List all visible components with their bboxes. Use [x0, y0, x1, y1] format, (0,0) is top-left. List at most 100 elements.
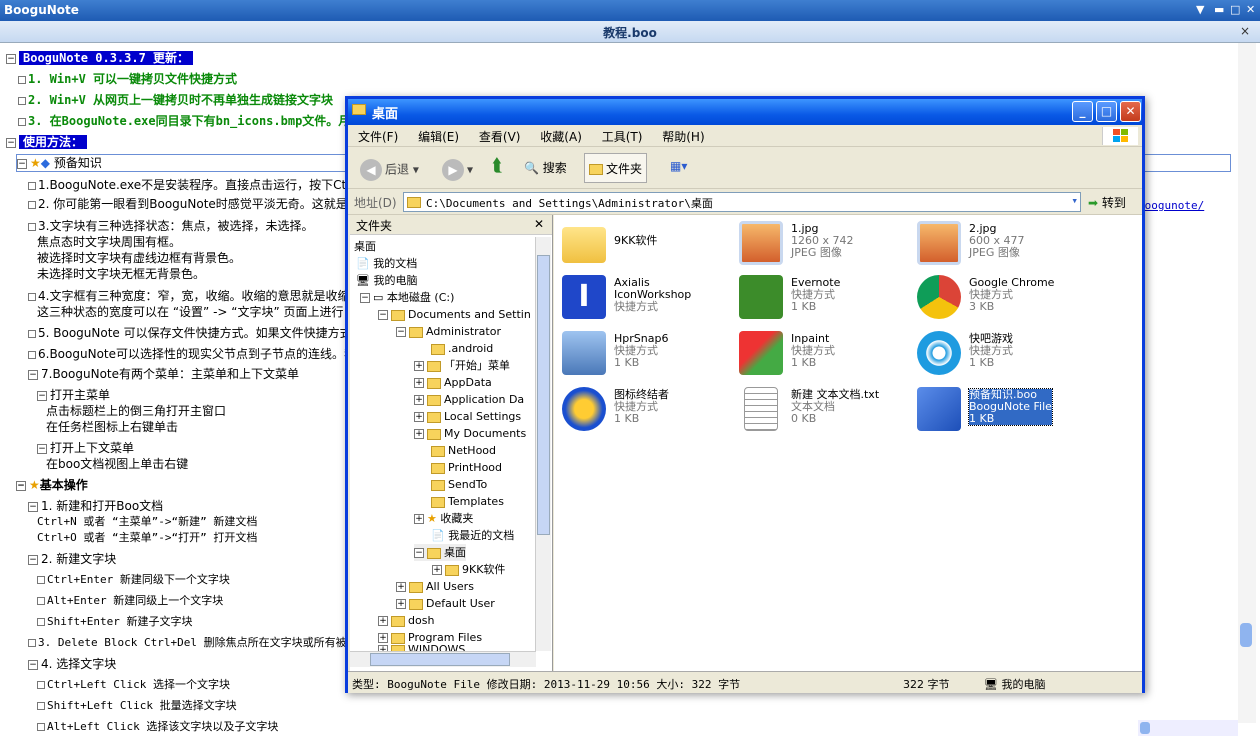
- outline-item[interactable]: Shift+Left Click 批量选择文字块: [37, 698, 237, 714]
- collapse-icon[interactable]: −: [37, 443, 47, 454]
- outline-item[interactable]: −1. 新建和打开Boo文档: [28, 498, 163, 514]
- collapse-icon[interactable]: −: [360, 293, 370, 303]
- outline-item[interactable]: − 打开上下文菜单: [37, 440, 134, 456]
- folders-vertical-scrollbar[interactable]: [535, 237, 551, 651]
- tree-item[interactable]: .android: [431, 340, 493, 357]
- outline-item[interactable]: − 打开主菜单: [37, 387, 110, 403]
- outline-item[interactable]: 1.BooguNote.exe不是安装程序。直接点击运行，按下Ctrl+: [28, 177, 365, 193]
- minimize-button[interactable]: _: [1072, 101, 1093, 122]
- collapse-icon[interactable]: −: [16, 480, 26, 491]
- address-input[interactable]: C:\Documents and Settings\Administrator\…: [403, 192, 1081, 212]
- folders-horizontal-scrollbar[interactable]: [350, 651, 536, 667]
- menu-view[interactable]: 查看(V): [473, 125, 527, 148]
- horizontal-scrollbar[interactable]: [1138, 720, 1238, 736]
- vertical-scrollbar[interactable]: [1238, 43, 1256, 723]
- close-icon[interactable]: ✕: [1246, 3, 1255, 16]
- outline-item[interactable]: 2. 你可能第一眼看到BooguNote时感觉平淡无奇。这就是Boo: [28, 196, 371, 212]
- outline-item[interactable]: 4.文字框有三种宽度：窄，宽，收缩。收缩的意思就是收缩: [28, 288, 349, 304]
- tree-item[interactable]: + Local Settings: [414, 408, 521, 425]
- tree-item[interactable]: + All Users: [396, 578, 474, 595]
- tree-item[interactable]: + Default User: [396, 595, 495, 612]
- file-item[interactable]: HprSnap6 快捷方式 1 KB: [562, 329, 732, 379]
- file-item[interactable]: Evernote 快捷方式 1 KB: [739, 273, 909, 323]
- tree-item-selected[interactable]: − 桌面: [414, 544, 466, 561]
- outline-item[interactable]: − 使用方法：: [6, 134, 88, 150]
- menu-favorites[interactable]: 收藏(A): [534, 125, 588, 148]
- menu-tools[interactable]: 工具(T): [596, 125, 649, 148]
- expand-icon[interactable]: +: [414, 395, 424, 405]
- menu-help[interactable]: 帮助(H): [656, 125, 710, 148]
- expand-icon[interactable]: +: [414, 361, 424, 371]
- scroll-thumb[interactable]: [1240, 623, 1252, 647]
- tree-item[interactable]: 📄 我最近的文档: [431, 527, 514, 544]
- expand-icon[interactable]: +: [414, 412, 424, 422]
- scroll-thumb[interactable]: [537, 255, 550, 535]
- outline-item[interactable]: Alt+Enter 新建同级上一个文字块: [37, 593, 223, 609]
- go-button[interactable]: ➡ 转到: [1088, 194, 1126, 211]
- file-item[interactable]: Google Chrome 快捷方式 3 KB: [917, 273, 1087, 323]
- menu-edit[interactable]: 编辑(E): [412, 125, 465, 148]
- scroll-thumb[interactable]: [1140, 722, 1150, 734]
- expand-icon[interactable]: +: [378, 616, 388, 626]
- scroll-thumb[interactable]: [370, 653, 510, 666]
- file-item[interactable]: Inpaint 快捷方式 1 KB: [739, 329, 909, 379]
- views-button[interactable]: ▦▾: [666, 153, 691, 183]
- tree-item[interactable]: − ▭ 本地磁盘 (C:): [360, 289, 454, 306]
- file-item[interactable]: 快吧游戏 快捷方式 1 KB: [917, 329, 1087, 379]
- file-item[interactable]: I Axialis IconWorkshop 快捷方式: [562, 273, 732, 323]
- outline-item[interactable]: Alt+Left Click 选择该文字块以及子文字块: [37, 719, 278, 735]
- tree-item[interactable]: SendTo: [431, 476, 487, 493]
- up-folder-icon[interactable]: ⮬: [488, 153, 507, 183]
- tree-item[interactable]: + Application Da: [414, 391, 524, 408]
- link-fragment[interactable]: boogunote/: [1138, 198, 1204, 214]
- collapse-icon[interactable]: −: [28, 501, 38, 512]
- outline-item[interactable]: 3. 在BooguNote.exe同目录下有bn_icons.bmp文件。月: [18, 113, 350, 129]
- collapse-icon[interactable]: −: [28, 369, 38, 380]
- outline-item[interactable]: −2. 新建文字块: [28, 551, 116, 567]
- folders-button[interactable]: 文件夹: [584, 153, 648, 183]
- expand-icon[interactable]: +: [414, 429, 424, 439]
- outline-item[interactable]: 3.文字块有三种选择状态：焦点，被选择，未选择。: [28, 218, 313, 234]
- outline-item[interactable]: − BooguNote 0.3.3.7 更新：: [6, 50, 194, 66]
- outline-item[interactable]: Ctrl+Enter 新建同级下一个文字块: [37, 572, 230, 588]
- collapse-icon[interactable]: −: [6, 137, 16, 148]
- explorer-titlebar[interactable]: 桌面 _ □ ✕: [348, 99, 1142, 125]
- file-item[interactable]: 1.jpg 1260 x 742 JPEG 图像: [739, 219, 909, 269]
- search-button[interactable]: 🔍 搜索: [520, 153, 571, 183]
- tree-item[interactable]: − Administrator: [396, 323, 501, 340]
- outline-item[interactable]: 1. Win+V 可以一键拷贝文件快捷方式: [18, 71, 237, 87]
- close-button[interactable]: ✕: [1120, 101, 1141, 122]
- expand-icon[interactable]: +: [414, 378, 424, 388]
- expand-icon[interactable]: +: [396, 599, 406, 609]
- tree-item[interactable]: + 「开始」菜单: [414, 357, 510, 374]
- back-button[interactable]: ◀ 后退 ▾: [356, 153, 423, 183]
- file-item[interactable]: 图标终结者 快捷方式 1 KB: [562, 385, 732, 435]
- outline-item[interactable]: −4. 选择文字块: [28, 656, 116, 672]
- tree-item[interactable]: + dosh: [378, 612, 434, 629]
- outline-item[interactable]: 2. Win+V 从网页上一键拷贝时不再单独生成链接文字块: [18, 92, 333, 108]
- tree-item[interactable]: + ★ 收藏夹: [414, 510, 473, 527]
- menu-file[interactable]: 文件(F): [352, 125, 404, 148]
- maximize-button[interactable]: □: [1096, 101, 1117, 122]
- outline-item[interactable]: Shift+Enter 新建子文字块: [37, 614, 192, 630]
- outline-item[interactable]: − ★基本操作: [16, 477, 88, 493]
- close-tab-icon[interactable]: ×: [1240, 24, 1250, 38]
- tree-item[interactable]: +9KK软件: [432, 561, 505, 578]
- chevron-down-icon[interactable]: ▾: [1071, 194, 1078, 207]
- collapse-icon[interactable]: −: [414, 548, 424, 558]
- collapse-icon[interactable]: −: [37, 390, 47, 401]
- file-item-selected[interactable]: 预备知识.boo BooguNote File 1 KB: [917, 385, 1087, 435]
- collapse-icon[interactable]: −: [17, 158, 27, 169]
- outline-item[interactable]: Ctrl+Left Click 选择一个文字块: [37, 677, 230, 693]
- tree-item[interactable]: NetHood: [431, 442, 496, 459]
- forward-button[interactable]: ▶ ▾: [438, 153, 477, 183]
- tree-item[interactable]: 🖥 我的电脑: [356, 272, 417, 289]
- outline-item[interactable]: 3. Delete Block Ctrl+Del 删除焦点所在文字块或所有被: [28, 635, 347, 651]
- collapse-icon[interactable]: −: [6, 53, 16, 64]
- collapse-icon[interactable]: −: [28, 554, 38, 565]
- main-menu-dropdown-icon[interactable]: ▼: [1196, 3, 1204, 16]
- expand-icon[interactable]: +: [396, 582, 406, 592]
- file-item[interactable]: 新建 文本文档.txt 文本文档 0 KB: [739, 385, 909, 435]
- outline-item[interactable]: −7.BooguNote有两个菜单：主菜单和上下文菜单: [28, 366, 299, 382]
- close-pane-icon[interactable]: ✕: [534, 217, 544, 231]
